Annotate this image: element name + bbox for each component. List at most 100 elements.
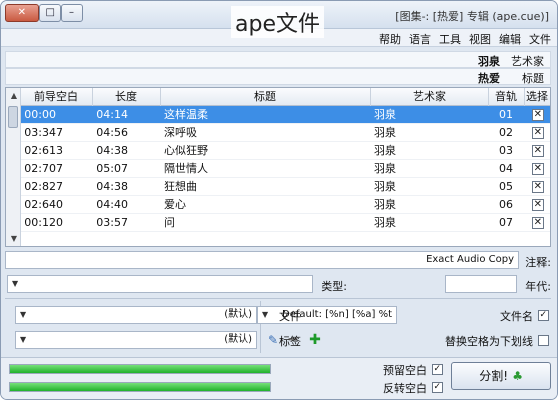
title-cell-text: 这样温柔 [164,108,208,121]
length-cell: 04:40 [92,196,160,214]
scroll-down-arrow-icon[interactable]: ▼ [11,234,17,243]
row-checkbox[interactable]: ✕ [532,217,544,229]
col-length[interactable]: 长度 [92,88,160,106]
gap-cell: 00:120 [20,214,92,232]
menu-tools[interactable]: 工具 [439,31,461,47]
track-number-cell: 01 [488,106,524,124]
title-cell-text: 心似狂野 [164,144,208,157]
artist-cell: 羽泉 [370,214,488,232]
artist-label: 艺术家 [511,55,544,68]
col-title[interactable]: 标题 [160,88,370,106]
screenshot-stage: [图集-: [热爱] 专辑 (ape.cue)] – □ ✕ 文件 编辑 视图 … [0,0,558,400]
gap-cell-text: 02:640 [24,198,63,211]
length-cell-text: 04:56 [96,126,128,139]
table-row[interactable]: ✕ 04 羽泉 隔世情人 05:07 02:707 [20,160,550,178]
table-row[interactable]: ✕ 03 羽泉 心似狂野 04:38 02:613 [20,142,550,160]
close-button[interactable]: ✕ [5,4,39,22]
filename-checkbox[interactable]: ✓ [538,310,549,321]
col-track[interactable]: 音轨 [488,88,524,106]
file-label: 文件 [279,310,301,323]
col-artist[interactable]: 艺术家 [370,88,488,106]
file-output-dropdown[interactable]: (默认) ▼ [15,306,257,324]
menu-edit[interactable]: 编辑 [499,31,521,47]
image-caption: ape文件 [231,6,324,38]
title-cell: 这样温柔 [160,106,370,124]
table-row[interactable]: ✕ 06 羽泉 爱心 04:40 02:640 [20,196,550,214]
track-number-cell: 03 [488,142,524,160]
gap-cell: 02:640 [20,196,92,214]
artist-cell: 羽泉 [370,106,488,124]
bottom-bar: ♣ 分割! ✓ 预留空白 ✓ 反转空白 [1,357,557,400]
reverse-gap-label: 反转空白 [383,382,427,395]
artist-value[interactable]: 羽泉 [478,53,500,69]
row-checkbox[interactable]: ✕ [532,199,544,211]
title-cell-text: 问 [164,216,175,229]
tag-output-dropdown[interactable]: (默认) ▼ [15,331,257,349]
album-title-label: 标题 [522,72,544,85]
minimize-button[interactable]: – [61,4,83,22]
title-cell-text: 深呼吸 [164,126,197,139]
progress-fill-2 [10,383,270,391]
gap-cell-text: 02:613 [24,144,63,157]
row-checkbox[interactable]: ✕ [532,145,544,157]
length-cell-text: 04:38 [96,180,128,193]
row-checkbox[interactable]: ✕ [532,109,544,121]
artist-cell-text: 羽泉 [374,162,396,175]
length-cell: 03:57 [92,214,160,232]
artist-cell: 羽泉 [370,142,488,160]
gap-cell-text: 00:00 [24,108,56,121]
table-row[interactable]: ✕ 07 羽泉 问 03:57 00:120 [20,214,550,232]
split-button[interactable]: ♣ 分割! [451,362,551,390]
menu-view[interactable]: 视图 [469,31,491,47]
table-scrollbar[interactable]: ▲ ▼ [6,88,21,246]
menu-language[interactable]: 语言 [409,31,431,47]
row-checkbox[interactable]: ✕ [532,127,544,139]
chevron-down-icon: ▼ [261,310,269,319]
artist-cell-text: 羽泉 [374,144,396,157]
album-title-value[interactable]: 热爱 [478,70,500,86]
table-row[interactable]: ✕ 05 羽泉 狂想曲 04:38 02:827 [20,178,550,196]
track-number-cell: 06 [488,196,524,214]
menu-file[interactable]: 文件 [529,31,551,47]
col-select[interactable]: 选择 [524,88,550,106]
row-checkbox[interactable]: ✕ [532,163,544,175]
artist-cell: 羽泉 [370,160,488,178]
filename-label: 文件名 [500,310,533,323]
reserve-gap-checkbox[interactable]: ✓ [432,364,443,375]
table-row[interactable]: ✕ 01 羽泉 这样温柔 04:14 00:00 [20,106,550,124]
artist-cell-text: 羽泉 [374,198,396,211]
filename-pattern-dropdown[interactable]: Default: [%n] [%a] %t ▼ [257,306,397,324]
table-row[interactable]: ✕ 02 羽泉 深呼吸 04:56 03:347 [20,124,550,142]
gap-cell-text: 02:707 [24,162,63,175]
menu-help[interactable]: 帮助 [379,31,401,47]
scrollbar-thumb[interactable] [8,106,18,128]
title-cell: 隔世情人 [160,160,370,178]
progress-bar-2 [9,382,271,392]
maximize-button[interactable]: □ [39,4,61,22]
add-icon[interactable]: ✚ [307,332,323,348]
chevron-down-icon: ▼ [19,310,27,319]
length-cell: 05:07 [92,160,160,178]
title-cell: 深呼吸 [160,124,370,142]
replace-space-checkbox[interactable] [538,335,549,346]
section-divider [5,298,551,299]
gap-cell-text: 03:347 [24,126,63,139]
title-cell: 爱心 [160,196,370,214]
scroll-up-arrow-icon[interactable]: ▲ [11,91,17,100]
reverse-gap-checkbox[interactable]: ✓ [432,382,443,393]
mp3-splitter-window: [图集-: [热爱] 专辑 (ape.cue)] – □ ✕ 文件 编辑 视图 … [0,0,558,400]
comment-field[interactable]: Exact Audio Copy [5,251,519,269]
col-gap[interactable]: 前导空白 [20,88,92,106]
replace-space-label: 替换空格为下划线 [445,335,533,348]
track-number-cell: 02 [488,124,524,142]
track-number-cell-text: 06 [499,198,513,211]
gap-cell: 03:347 [20,124,92,142]
genre-dropdown[interactable]: ▼ [7,275,313,293]
track-number-cell-text: 02 [499,126,513,139]
album-title-row: 标题 热爱 [5,68,551,85]
artist-cell-text: 羽泉 [374,126,396,139]
row-checkbox[interactable]: ✕ [532,181,544,193]
gap-cell: 02:707 [20,160,92,178]
window-title: [图集-: [热爱] 专辑 (ape.cue)] [395,10,549,23]
year-field[interactable] [445,275,517,293]
